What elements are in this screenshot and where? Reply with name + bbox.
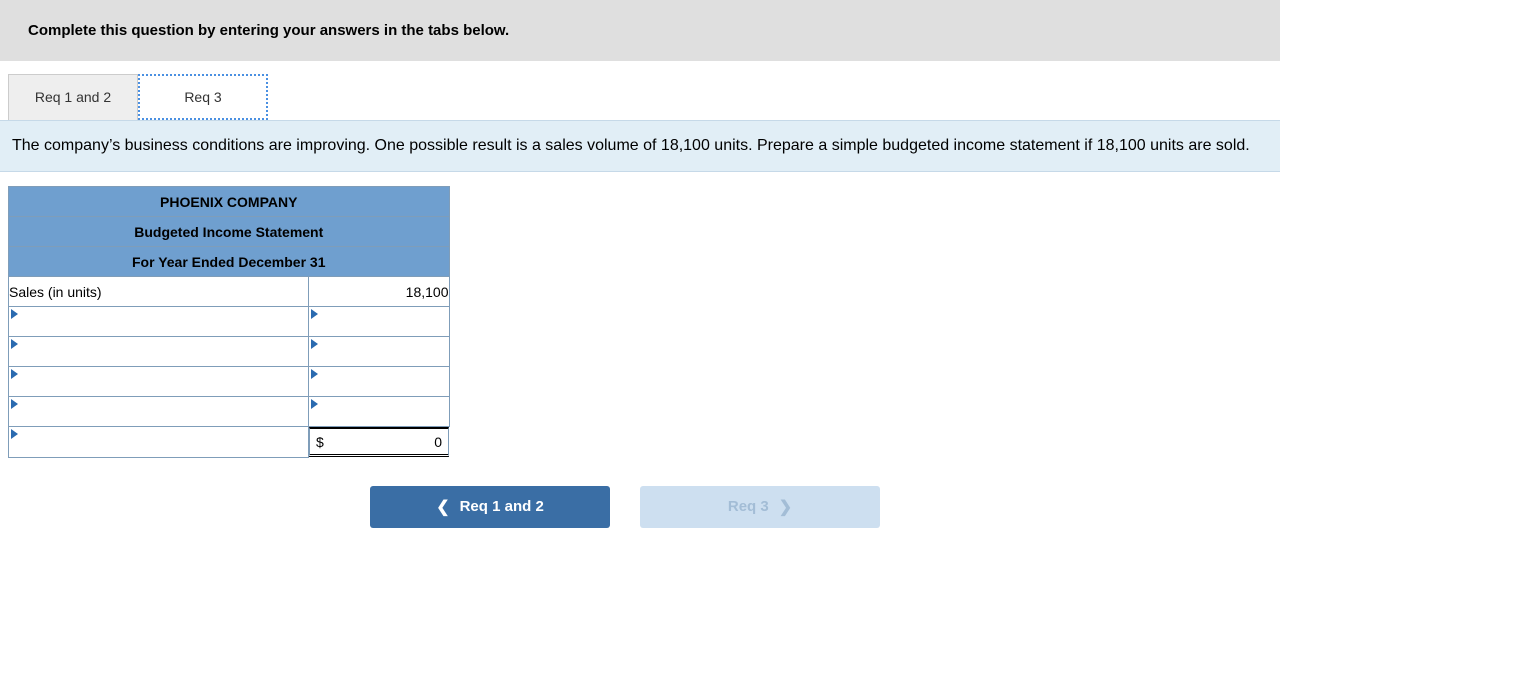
table-header-company: PHOENIX COMPANY <box>9 187 450 217</box>
dropdown-icon <box>311 399 318 409</box>
dropdown-icon <box>11 339 18 349</box>
total-amount: 0 <box>434 434 442 450</box>
row-input-label[interactable] <box>9 337 309 367</box>
tab-strip: Req 1 and 2 Req 3 <box>0 62 1280 120</box>
prev-button-label: Req 1 and 2 <box>460 498 544 515</box>
row-input-value[interactable] <box>309 307 450 337</box>
row-sales-units-label: Sales (in units) <box>9 277 309 307</box>
income-statement-table: PHOENIX COMPANY Budgeted Income Statemen… <box>8 186 450 458</box>
row-input-value[interactable] <box>309 397 450 427</box>
instruction-text: Complete this question by entering your … <box>28 22 509 39</box>
dropdown-icon <box>311 339 318 349</box>
row-input-label[interactable] <box>9 307 309 337</box>
row-input-value[interactable] <box>309 367 450 397</box>
tab-label: Req 1 and 2 <box>35 89 111 105</box>
row-total-value: $ 0 <box>309 427 449 457</box>
row-input-label[interactable] <box>9 367 309 397</box>
dropdown-icon <box>11 369 18 379</box>
table-header-period: For Year Ended December 31 <box>9 247 450 277</box>
next-button-label: Req 3 <box>728 498 769 515</box>
row-input-label[interactable] <box>9 397 309 427</box>
tab-req-1-and-2[interactable]: Req 1 and 2 <box>8 74 138 120</box>
tab-label: Req 3 <box>184 89 221 105</box>
dropdown-icon <box>311 309 318 319</box>
dropdown-icon <box>11 309 18 319</box>
dropdown-icon <box>11 399 18 409</box>
question-prompt: The company’s business conditions are im… <box>0 120 1280 172</box>
dropdown-icon <box>311 369 318 379</box>
tab-req-3[interactable]: Req 3 <box>138 74 268 120</box>
row-input-value[interactable] <box>309 337 450 367</box>
chevron-right-icon: ❯ <box>779 497 792 517</box>
table-header-title: Budgeted Income Statement <box>9 217 450 247</box>
nav-buttons: ❮ Req 1 and 2 Req 3 ❯ <box>370 486 1280 528</box>
chevron-left-icon: ❮ <box>436 497 449 517</box>
row-total-label[interactable] <box>9 427 309 458</box>
next-button[interactable]: Req 3 ❯ <box>640 486 880 528</box>
currency-symbol: $ <box>316 434 344 450</box>
instruction-bar: Complete this question by entering your … <box>0 0 1280 62</box>
row-sales-units-value: 18,100 <box>309 277 450 307</box>
prev-button[interactable]: ❮ Req 1 and 2 <box>370 486 610 528</box>
dropdown-icon <box>11 429 18 439</box>
prompt-text: The company’s business conditions are im… <box>12 137 1250 154</box>
